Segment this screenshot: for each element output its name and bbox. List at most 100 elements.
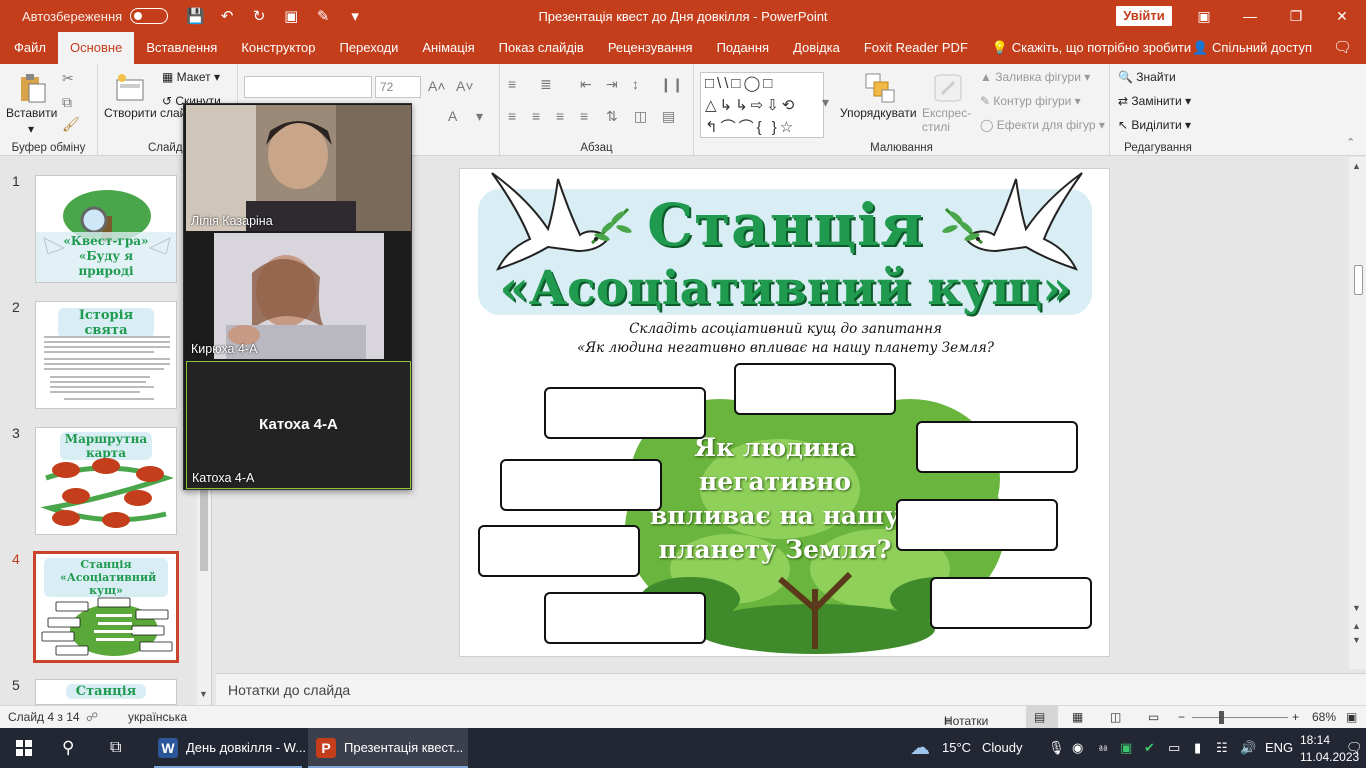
- tab-view[interactable]: Подання: [705, 32, 782, 64]
- numbering-icon[interactable]: ≣: [540, 76, 552, 93]
- tab-slideshow[interactable]: Показ слайдів: [487, 32, 596, 64]
- new-slide-button[interactable]: Створити слайд: [104, 106, 193, 120]
- zoom-app-icon[interactable]: ◉: [1072, 728, 1083, 768]
- zoom-out-icon[interactable]: −: [1178, 710, 1185, 724]
- thumb-slide-2[interactable]: Історія свята: [35, 301, 177, 409]
- decrease-font-icon[interactable]: A˅: [456, 78, 474, 94]
- microphone-icon[interactable]: 🎙: [1048, 728, 1065, 768]
- redo-icon[interactable]: ↻: [250, 7, 268, 25]
- tab-foxit[interactable]: Foxit Reader PDF: [852, 32, 980, 64]
- slide-central-question[interactable]: Як людина негативно впливає на нашу план…: [640, 431, 910, 567]
- align-center-icon[interactable]: ≡: [532, 108, 540, 124]
- shapes-more-icon[interactable]: ▾: [822, 94, 829, 111]
- battery-icon[interactable]: ▮: [1194, 728, 1201, 768]
- slide-scrollbar[interactable]: ▲ ▼ ▲ ▼: [1349, 157, 1366, 669]
- reading-view-icon[interactable]: ◫: [1110, 710, 1121, 724]
- justify-icon[interactable]: ≡: [580, 108, 588, 124]
- restore-icon[interactable]: ❐: [1273, 0, 1319, 32]
- layout-button[interactable]: ▦ Макет ▾: [162, 70, 220, 84]
- current-slide[interactable]: Станція «Асоціативний кущ» Складіть асоц…: [459, 168, 1110, 657]
- smartart-icon[interactable]: ▤: [662, 108, 675, 125]
- present-icon[interactable]: ▣: [282, 7, 300, 25]
- ribbon-display-icon[interactable]: ▣: [1181, 0, 1227, 32]
- thumb-slide-4[interactable]: Станція «Асоціативний кущ»: [33, 551, 179, 663]
- replace-button[interactable]: ⇄ Замінити ▾: [1118, 94, 1191, 108]
- association-box[interactable]: [478, 525, 640, 577]
- video-tile-active-speaker[interactable]: Катоха 4-А Катоха 4-А: [186, 361, 411, 489]
- tab-design[interactable]: Конструктор: [229, 32, 327, 64]
- video-tile[interactable]: Кирюха 4-А: [186, 233, 411, 359]
- thumb-slide-3[interactable]: Маршрутна карта: [35, 427, 177, 535]
- spellcheck-icon[interactable]: ☍: [86, 710, 98, 724]
- line-spacing-icon[interactable]: ↕: [632, 76, 639, 92]
- scroll-down-icon[interactable]: ▼: [1352, 603, 1361, 613]
- association-box[interactable]: [896, 499, 1058, 551]
- save-icon[interactable]: 💾: [186, 7, 205, 25]
- zoom-slider-handle[interactable]: [1219, 711, 1224, 724]
- quick-styles-icon[interactable]: [932, 72, 964, 104]
- taskbar-word-item[interactable]: W День довкілля - W...: [150, 728, 306, 768]
- find-button[interactable]: 🔍 Знайти: [1118, 70, 1176, 84]
- slideshow-view-icon[interactable]: ▭: [1148, 710, 1159, 724]
- windows-start-icon[interactable]: [16, 740, 32, 756]
- video-tile[interactable]: Лілія Казаріна: [186, 105, 411, 231]
- paste-icon[interactable]: [16, 72, 48, 104]
- font-name-input[interactable]: [244, 76, 372, 98]
- previous-slide-icon[interactable]: ▲: [1352, 621, 1361, 631]
- tell-me-search[interactable]: 💡 Скажіть, що потрібно зробити: [980, 32, 1203, 64]
- comments-icon[interactable]: 🗨: [1333, 32, 1352, 64]
- undo-icon[interactable]: ↶: [218, 7, 236, 25]
- security-icon[interactable]: ✔: [1144, 728, 1155, 768]
- scroll-up-icon[interactable]: ▲: [1352, 161, 1361, 171]
- select-button[interactable]: ↖ Виділити ▾: [1118, 118, 1191, 132]
- decrease-indent-icon[interactable]: ⇤: [580, 76, 592, 93]
- volume-icon[interactable]: 🔊: [1240, 728, 1256, 768]
- text-direction-icon[interactable]: ⇅: [606, 108, 618, 125]
- weather-temp[interactable]: 15°C: [942, 728, 971, 768]
- new-slide-icon[interactable]: [114, 72, 146, 104]
- zoom-in-icon[interactable]: +: [1292, 710, 1299, 724]
- increase-font-icon[interactable]: A˄: [428, 78, 446, 94]
- font-color-icon[interactable]: A: [448, 108, 457, 124]
- slide-title-line1[interactable]: Станція: [460, 191, 1109, 259]
- collapse-ribbon-icon[interactable]: ⌃: [1346, 136, 1355, 149]
- tab-home[interactable]: Основне: [57, 32, 135, 64]
- weather-desc[interactable]: Cloudy: [982, 728, 1022, 768]
- font-color-dropdown-icon[interactable]: ▾: [476, 108, 483, 125]
- search-icon[interactable]: ⚲: [62, 728, 74, 768]
- tab-animations[interactable]: Анімація: [410, 32, 486, 64]
- autosave-toggle[interactable]: [130, 8, 169, 24]
- touch-mode-icon[interactable]: ✎: [314, 7, 332, 25]
- tab-review[interactable]: Рецензування: [596, 32, 705, 64]
- tab-insert[interactable]: Вставлення: [134, 32, 229, 64]
- association-box[interactable]: [544, 592, 706, 644]
- notes-pane[interactable]: Нотатки до слайда: [216, 673, 1366, 705]
- shape-effects-button[interactable]: ◯ Ефекти для фігур ▾: [980, 118, 1105, 132]
- thumb-slide-1[interactable]: «Квест-гра» «Буду я природі другом»: [35, 175, 177, 283]
- association-box[interactable]: [734, 363, 896, 415]
- network-icon[interactable]: ☷: [1216, 728, 1228, 768]
- paste-button[interactable]: Вставити: [6, 106, 57, 120]
- shape-outline-button[interactable]: ✎ Контур фігури ▾: [980, 94, 1081, 108]
- association-box[interactable]: [930, 577, 1092, 629]
- shape-fill-button[interactable]: ▲ Заливка фігури ▾: [980, 70, 1090, 84]
- association-box[interactable]: [500, 459, 662, 511]
- bullets-icon[interactable]: ≡: [508, 76, 516, 92]
- paste-dropdown-icon[interactable]: ▾: [28, 122, 34, 136]
- notification-icon[interactable]: 🗨: [1346, 728, 1363, 768]
- zoom-slider[interactable]: [1192, 717, 1288, 718]
- tab-file[interactable]: Файл: [0, 32, 58, 64]
- slide-subtitle-line1[interactable]: Складіть асоціативний кущ до запитання: [460, 321, 1109, 337]
- tab-transitions[interactable]: Переходи: [327, 32, 410, 64]
- minimize-icon[interactable]: —: [1227, 0, 1273, 32]
- slide-sorter-icon[interactable]: ▦: [1072, 710, 1083, 724]
- task-view-icon[interactable]: ⧉: [110, 728, 121, 768]
- thumb-slide-5[interactable]: Станція: [35, 679, 177, 705]
- fit-slide-icon[interactable]: ▣: [1346, 710, 1357, 724]
- arrange-button[interactable]: Упорядкувати: [840, 106, 917, 120]
- close-icon[interactable]: ✕: [1319, 0, 1365, 32]
- font-size-input[interactable]: 72: [375, 76, 421, 98]
- align-right-icon[interactable]: ≡: [556, 108, 564, 124]
- video-call-panel[interactable]: Лілія Казаріна Кирюха 4-А Катоха 4-А Кат…: [183, 103, 412, 490]
- align-left-icon[interactable]: ≡: [508, 108, 516, 124]
